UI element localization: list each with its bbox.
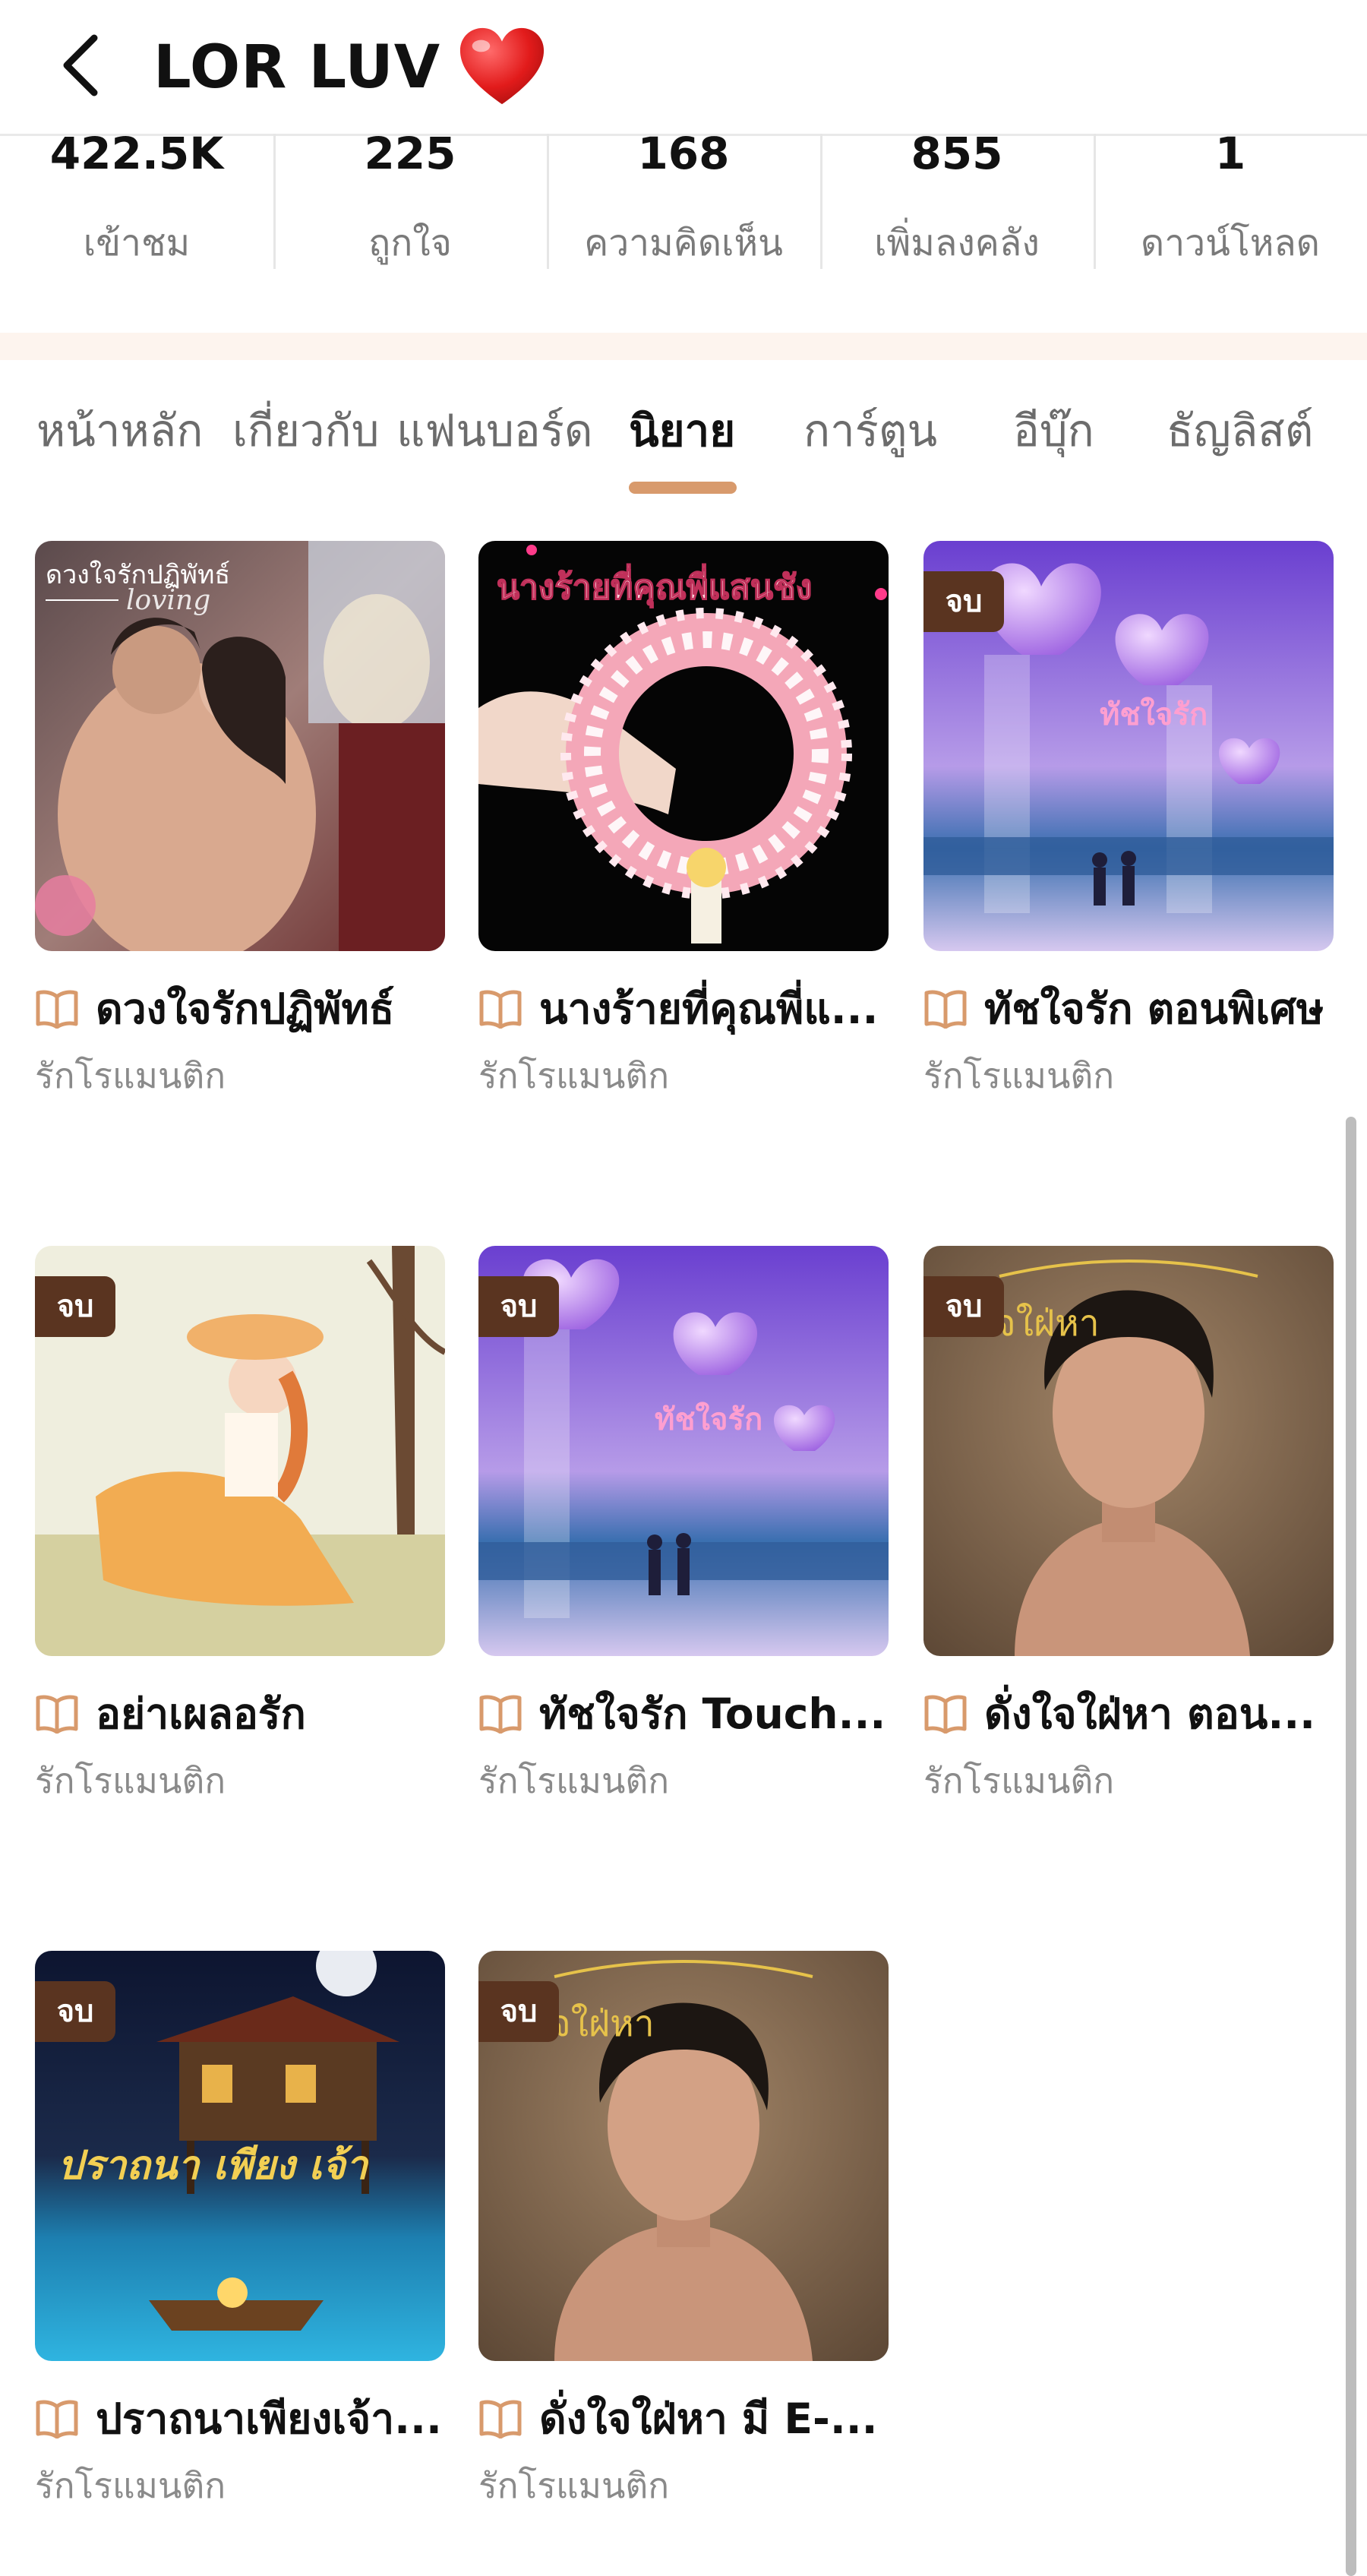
novel-card[interactable]: ทัชใจรัก จบ ทัชใจรัก ตอนพิเศษ รักโรแมนติ… [923, 541, 1334, 1104]
book-icon [923, 1694, 968, 1734]
tab-fanboard[interactable]: แฟนบอร์ด [396, 395, 593, 466]
novel-card[interactable]: จบ อย่าเผลอรัก รักโรแมนติก [35, 1246, 445, 1809]
novel-cover[interactable]: จบ [35, 1246, 445, 1656]
novel-genre: รักโรแมนติก [478, 2465, 670, 2506]
novel-title-text: ดั่งใจใฝ่หา ตอน... [984, 1689, 1316, 1738]
novel-genre: รักโรแมนติก [35, 1760, 226, 1801]
novel-title[interactable]: นางร้ายที่คุณพี่แ... [478, 978, 889, 1039]
completed-badge: จบ [923, 571, 1004, 632]
active-tab-indicator [629, 482, 737, 494]
tab-novels[interactable]: นิยาย [629, 395, 735, 466]
stat-views: 422.5K เข้าชม [0, 128, 273, 270]
novel-cover[interactable]: ใจใฝ่หา จบ [923, 1246, 1334, 1656]
section-divider [0, 333, 1367, 360]
novel-title-text: ปราถนาเพียงเจ้า... [96, 2394, 442, 2443]
novel-genre: รักโรแมนติก [35, 2465, 226, 2506]
stat-value: 225 [364, 128, 456, 179]
stat-value: 855 [911, 128, 1003, 179]
completed-badge: จบ [35, 1981, 115, 2042]
novel-card[interactable]: ดวงใจรักปฏิพัทธ์ loving ดวงใจรักปฏิพัทธ์… [35, 541, 445, 1104]
stat-label: ดาวน์โหลด [1141, 222, 1320, 264]
book-icon [478, 2399, 522, 2439]
novel-title-text: ดั่งใจใฝ่หา มี E-... [539, 2394, 878, 2443]
page-title: LOR LUV [153, 26, 547, 109]
novel-title[interactable]: อย่าเผลอรัก [35, 1683, 445, 1744]
novel-cover[interactable]: ใจใฝ่หา จบ [478, 1951, 889, 2361]
novel-genre: รักโรแมนติก [923, 1760, 1115, 1801]
stat-likes: 225 ถูกใจ [273, 128, 547, 270]
novel-card[interactable]: ใจใฝ่หา จบ ดั่งใจใฝ่หา มี E-... รักโรแมน… [478, 1951, 889, 2514]
completed-badge: จบ [923, 1276, 1004, 1337]
stat-label: ถูกใจ [368, 222, 452, 264]
stat-comments: 168 ความคิดเห็น [547, 128, 820, 270]
red-heart-icon [460, 27, 545, 105]
stat-downloads: 1 ดาวน์โหลด [1094, 128, 1367, 270]
novel-cover[interactable]: ดวงใจรักปฏิพัทธ์ loving [35, 541, 445, 951]
book-icon [478, 989, 522, 1029]
svg-text:ปราถนา เพียง เจ้า: ปราถนา เพียง เจ้า [58, 2142, 370, 2189]
completed-badge: จบ [478, 1276, 559, 1337]
novel-title-text: ดวงใจรักปฏิพัทธ์ [96, 984, 395, 1033]
svg-text:ทัชใจรัก: ทัชใจรัก [655, 1402, 762, 1437]
novel-cover[interactable]: ทัชใจรัก จบ [478, 1246, 889, 1656]
stat-value: 1 [1214, 128, 1246, 179]
tab-comics[interactable]: การ์ตูน [803, 395, 937, 466]
profile-tabs: หน้าหลัก เกี่ยวกับ แฟนบอร์ด นิยาย การ์ตู… [0, 395, 1367, 494]
novel-genre: รักโรแมนติก [478, 1760, 670, 1801]
top-bar: LOR LUV [0, 0, 1367, 136]
svg-text:ทัชใจรัก: ทัชใจรัก [1100, 697, 1208, 732]
book-icon [478, 1694, 522, 1734]
profile-name: LOR LUV [153, 33, 441, 102]
novel-cover[interactable]: นางร้ายที่คุณพี่แสนชัง [478, 541, 889, 951]
stat-label: เพิ่มลงคลัง [874, 222, 1040, 264]
novel-cover[interactable]: ปราถนา เพียง เจ้า จบ [35, 1951, 445, 2361]
completed-badge: จบ [35, 1276, 115, 1337]
stat-value: 422.5K [49, 128, 224, 179]
novel-genre: รักโรแมนติก [923, 1055, 1115, 1096]
novel-title[interactable]: ดั่งใจใฝ่หา มี E-... [478, 2388, 889, 2449]
tab-tunlist[interactable]: ธัญลิสต์ [1167, 395, 1313, 466]
stat-value: 168 [637, 128, 730, 179]
book-icon [923, 989, 968, 1029]
novel-title[interactable]: ทัชใจรัก Touch... [478, 1683, 889, 1744]
novel-card[interactable]: นางร้ายที่คุณพี่แสนชัง นางร้ายที่คุณพี่แ… [478, 541, 889, 1104]
novel-title[interactable]: ดั่งใจใฝ่หา ตอน... [923, 1683, 1334, 1744]
tab-about[interactable]: เกี่ยวกับ [232, 395, 379, 466]
completed-badge: จบ [478, 1981, 559, 2042]
stat-label: ความคิดเห็น [584, 222, 783, 264]
novel-card[interactable]: ใจใฝ่หา จบ ดั่งใจใฝ่หา ตอน... รักโรแมนติ… [923, 1246, 1334, 1809]
book-icon [35, 989, 79, 1029]
scrollbar[interactable] [1346, 1117, 1356, 2576]
book-icon [35, 2399, 79, 2439]
novel-title[interactable]: ทัชใจรัก ตอนพิเศษ [923, 978, 1334, 1039]
svg-text:loving: loving [126, 585, 210, 616]
novel-genre: รักโรแมนติก [478, 1055, 670, 1096]
svg-text:นางร้ายที่คุณพี่แสนชัง: นางร้ายที่คุณพี่แสนชัง [497, 564, 812, 608]
novel-title-text: ทัชใจรัก ตอนพิเศษ [984, 984, 1324, 1033]
novel-title[interactable]: ปราถนาเพียงเจ้า... [35, 2388, 445, 2449]
book-icon [35, 1694, 79, 1734]
stat-label: เข้าชม [83, 222, 191, 264]
back-arrow-icon[interactable] [46, 27, 122, 103]
novel-title-text: อย่าเผลอรัก [96, 1689, 306, 1738]
tab-home[interactable]: หน้าหลัก [36, 395, 203, 466]
novel-title-text: นางร้ายที่คุณพี่แ... [539, 984, 879, 1033]
novel-genre: รักโรแมนติก [35, 1055, 226, 1096]
stats-row: 422.5K เข้าชม 225 ถูกใจ 168 ความคิดเห็น … [0, 128, 1367, 270]
novel-title[interactable]: ดวงใจรักปฏิพัทธ์ [35, 978, 445, 1039]
stat-library: 855 เพิ่มลงคลัง [820, 128, 1094, 270]
tab-ebooks[interactable]: อีบุ๊ก [1013, 395, 1094, 466]
novel-card[interactable]: ทัชใจรัก จบ ทัชใจรัก Touch... รักโรแมนติ… [478, 1246, 889, 1809]
novel-title-text: ทัชใจรัก Touch... [539, 1689, 886, 1738]
novel-cover[interactable]: ทัชใจรัก จบ [923, 541, 1334, 951]
novel-card[interactable]: ปราถนา เพียง เจ้า จบ ปราถนาเพียงเจ้า... … [35, 1951, 445, 2514]
